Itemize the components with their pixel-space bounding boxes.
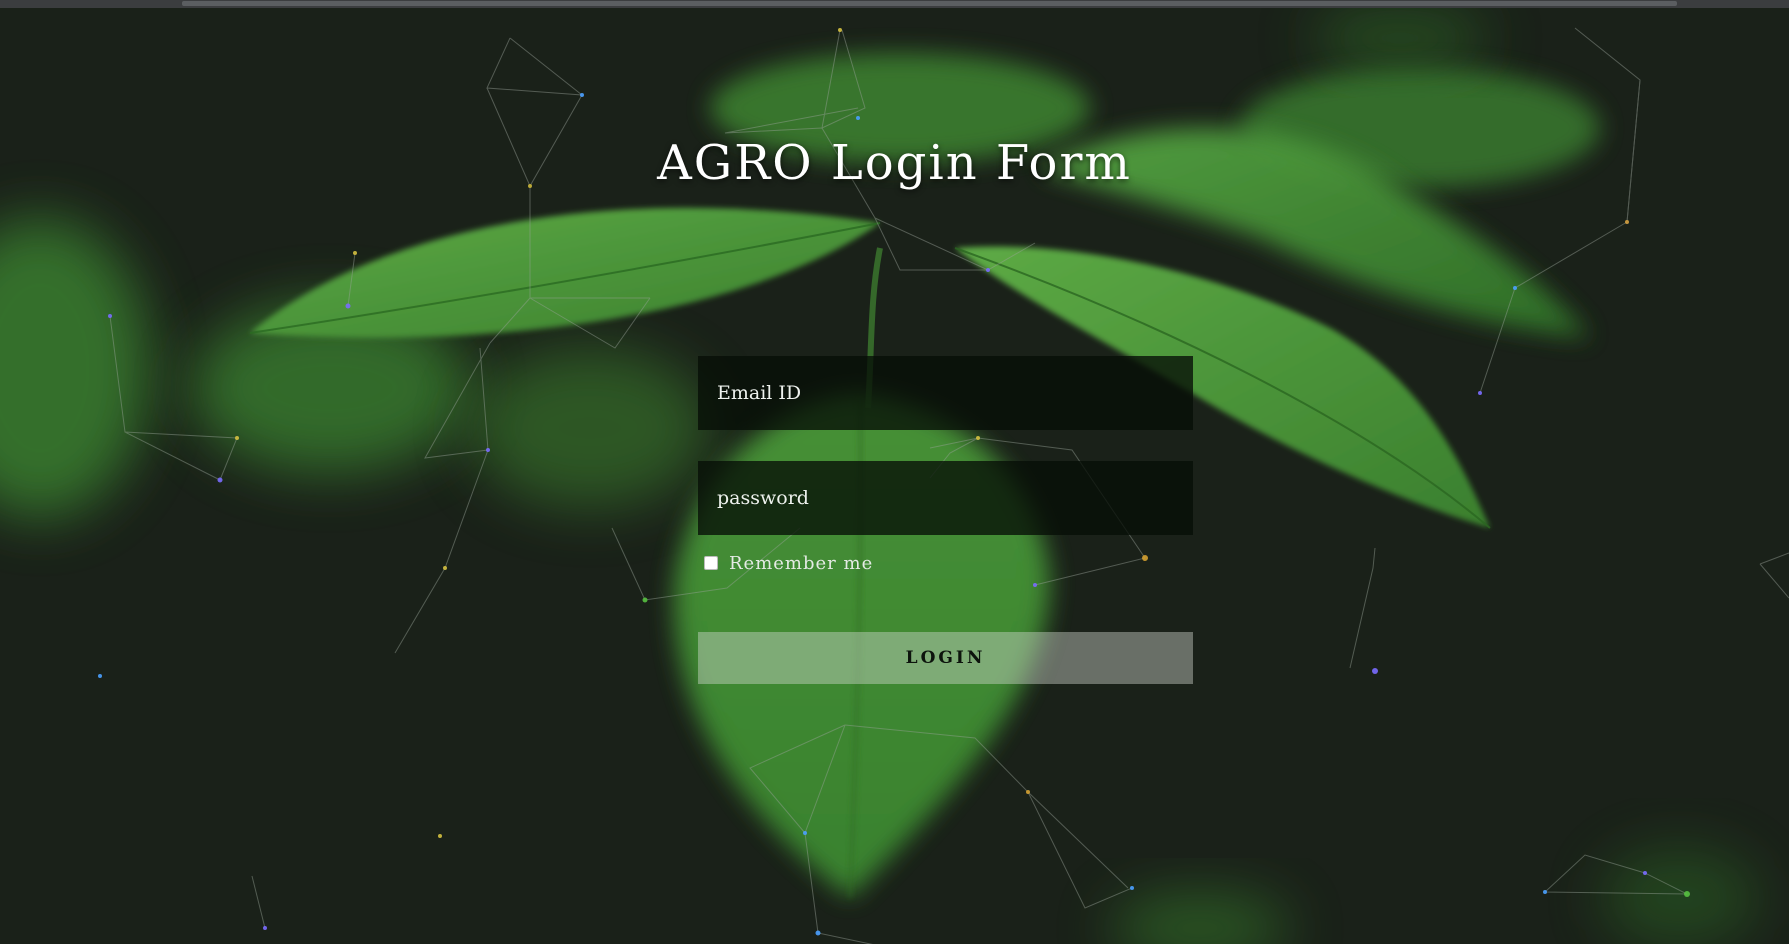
- page-title: AGRO Login Form: [657, 135, 1132, 191]
- top-scroll-track: [182, 1, 1677, 6]
- email-field[interactable]: [698, 356, 1193, 430]
- remember-me-label: Remember me: [729, 553, 874, 574]
- remember-me-row: Remember me: [698, 552, 1193, 582]
- login-page: AGRO Login Form Remember me LOGIN: [0, 0, 1789, 944]
- login-button[interactable]: LOGIN: [698, 632, 1193, 684]
- password-field[interactable]: [698, 461, 1193, 535]
- login-form: Remember me LOGIN: [698, 356, 1193, 684]
- remember-me-checkbox[interactable]: [704, 556, 718, 570]
